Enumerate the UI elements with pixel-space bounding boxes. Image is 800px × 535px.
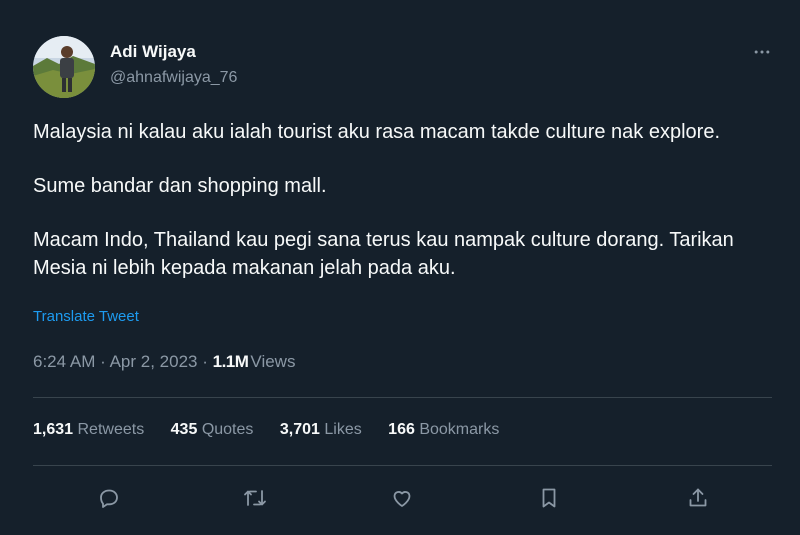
tweet-text: Malaysia ni kalau aku ialah tourist aku … (33, 118, 773, 282)
share-icon[interactable] (681, 481, 715, 515)
like-icon[interactable] (385, 481, 419, 515)
tweet-paragraph: Sume bandar dan shopping mall. (33, 175, 327, 197)
avatar[interactable] (33, 36, 95, 98)
reply-icon[interactable] (92, 481, 126, 515)
retweet-icon[interactable] (238, 481, 272, 515)
engagement-stats: 1,631 Retweets 435 Quotes 3,701 Likes 16… (33, 421, 521, 439)
avatar-photo (33, 36, 95, 98)
stat-quotes[interactable]: 435 Quotes (171, 421, 254, 439)
more-options-icon[interactable] (748, 38, 776, 66)
divider (33, 465, 772, 466)
meta-separator: · (202, 352, 208, 371)
author-name[interactable]: Adi Wijaya (110, 42, 196, 62)
tweet-meta: 6:24 AM · Apr 2, 2023 · 1.1M Views (33, 352, 295, 372)
translate-tweet-link[interactable]: Translate Tweet (33, 308, 139, 325)
views-count: 1.1M (212, 352, 249, 371)
bookmark-icon[interactable] (532, 481, 566, 515)
stat-bookmarks[interactable]: 166 Bookmarks (388, 421, 499, 439)
divider (33, 397, 772, 398)
stat-retweets[interactable]: 1,631 Retweets (33, 421, 144, 439)
tweet-paragraph: Macam Indo, Thailand kau pegi sana terus… (33, 229, 734, 279)
meta-separator: · (100, 352, 106, 371)
tweet-date[interactable]: Apr 2, 2023 (110, 352, 198, 371)
tweet-detail: Adi Wijaya @ahnafwijaya_76 Malaysia ni k… (0, 0, 800, 535)
tweet-time[interactable]: 6:24 AM (33, 352, 95, 371)
stat-likes[interactable]: 3,701 Likes (280, 421, 362, 439)
action-bar (33, 481, 773, 515)
author-handle[interactable]: @ahnafwijaya_76 (110, 69, 237, 87)
tweet-paragraph: Malaysia ni kalau aku ialah tourist aku … (33, 121, 721, 143)
views-label: Views (250, 352, 296, 371)
